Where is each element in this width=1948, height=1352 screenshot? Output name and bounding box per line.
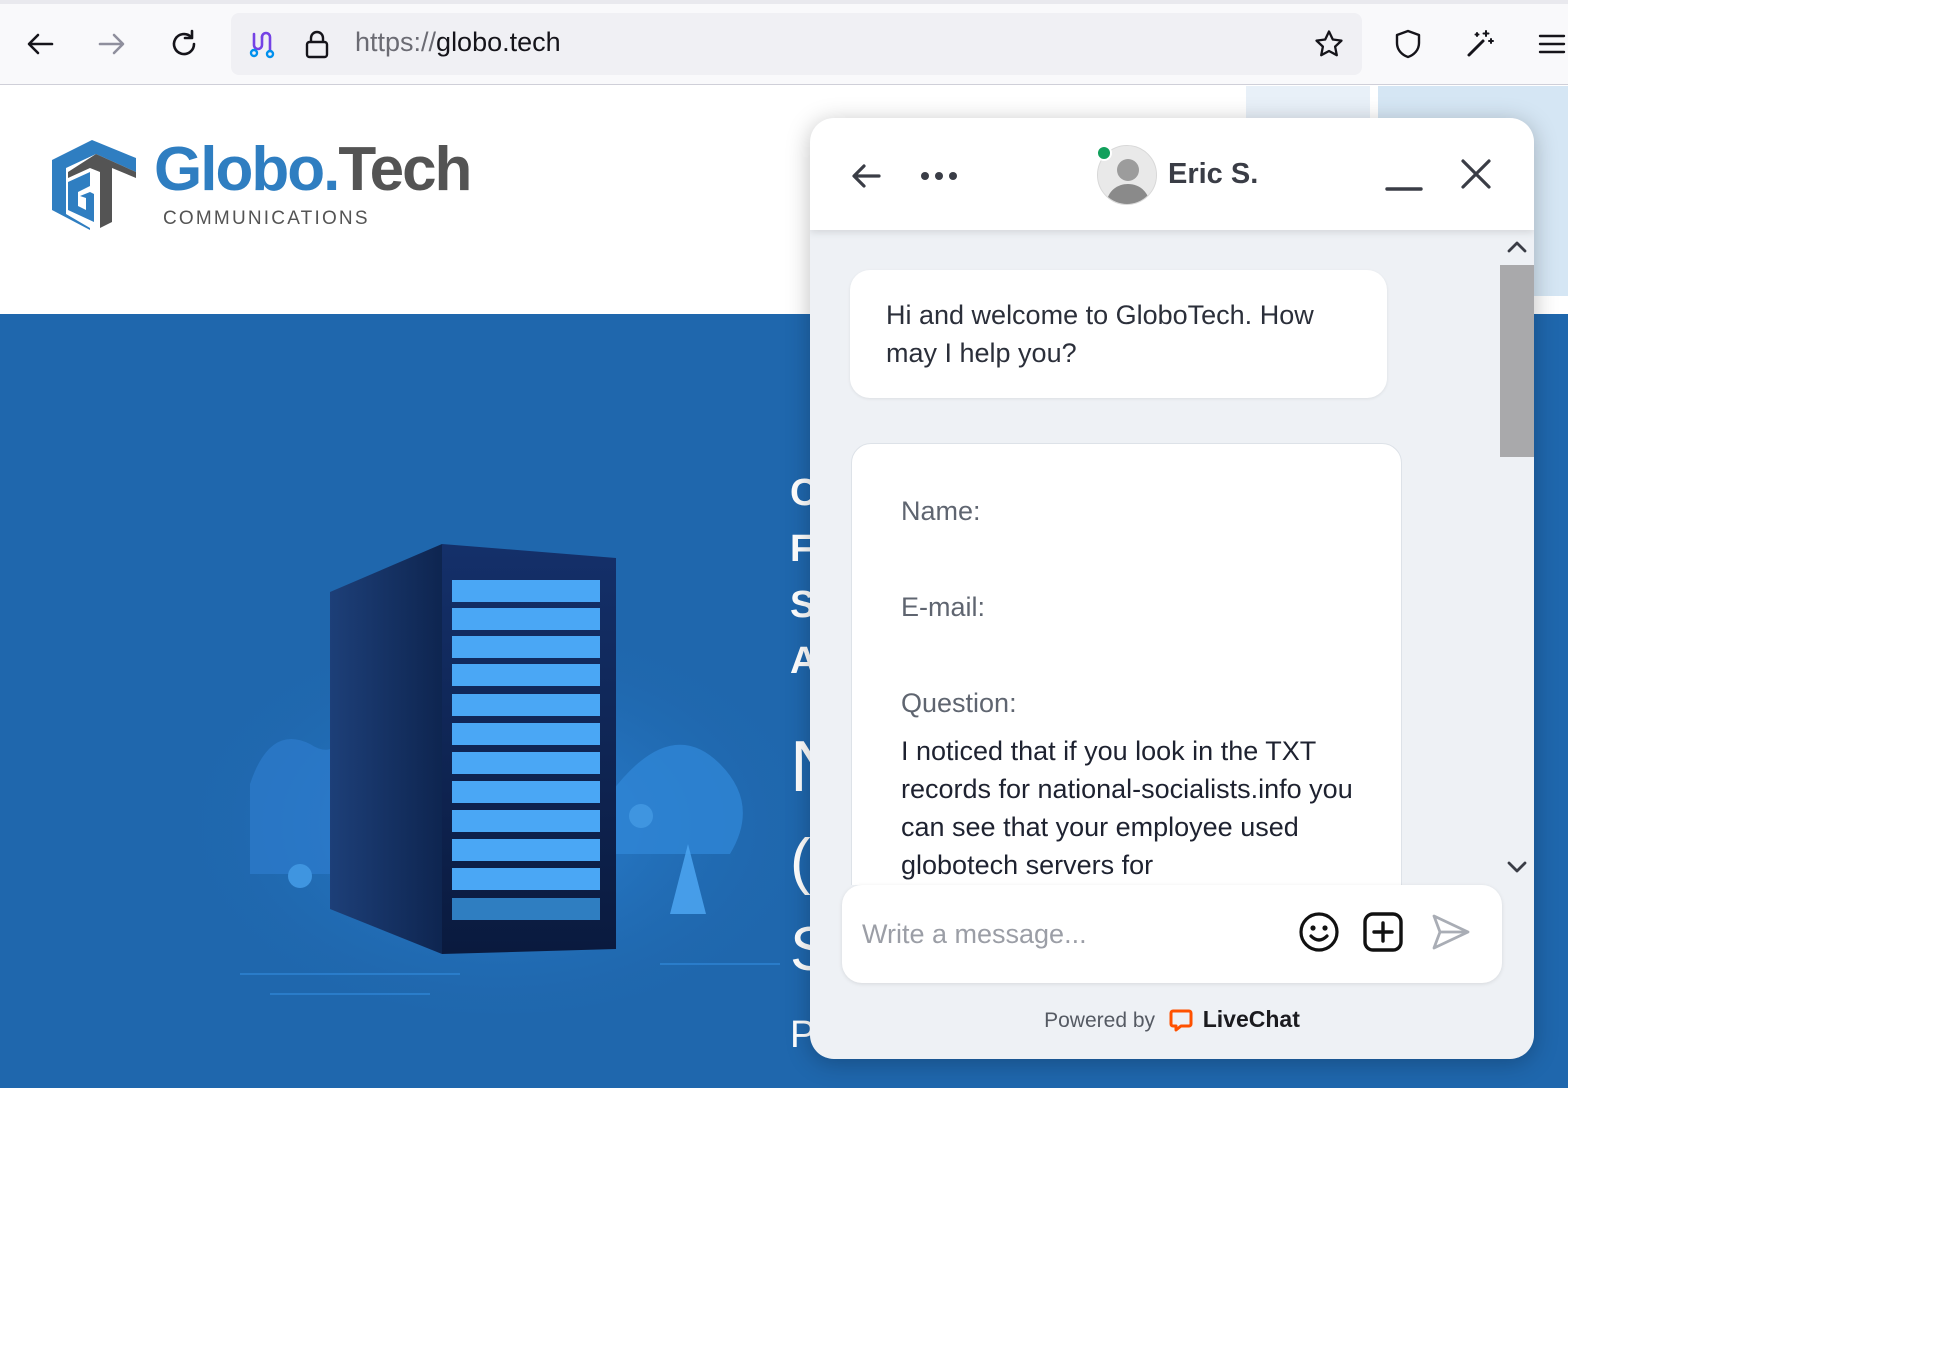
reload-icon — [172, 29, 196, 56]
hero-subheading-fragment: ( — [790, 827, 811, 896]
arrow-left-icon — [852, 164, 881, 188]
logo-subtitle: COMMUNICATIONS — [163, 208, 370, 229]
star-icon — [1315, 30, 1343, 57]
emoji-button[interactable] — [1296, 909, 1342, 955]
url-host: globo.tech — [436, 27, 561, 57]
lock-icon — [305, 30, 329, 59]
site-security-button[interactable] — [295, 22, 339, 66]
smiley-icon — [1299, 912, 1339, 952]
app-menu-button[interactable] — [1530, 22, 1574, 66]
plus-square-icon — [1363, 912, 1403, 952]
site-permissions-button[interactable] — [239, 22, 283, 66]
globotech-logo[interactable]: Globo.Tech COMMUNICATIONS — [50, 135, 510, 238]
chevron-down-icon — [1507, 861, 1527, 873]
online-status-indicator — [1096, 145, 1112, 161]
address-bar[interactable]: https://globo.tech — [231, 13, 1362, 75]
email-label: E-mail: — [901, 592, 986, 622]
scroll-up-button[interactable] — [1504, 236, 1530, 258]
url-scheme: https:// — [355, 27, 437, 57]
extensions-button[interactable] — [1458, 22, 1502, 66]
scroll-down-button[interactable] — [1504, 856, 1530, 878]
agent-name: Eric S. — [1168, 158, 1259, 190]
magic-wand-icon — [1467, 30, 1494, 57]
server-rack-illustration — [170, 544, 830, 1014]
attach-button[interactable] — [1360, 909, 1406, 955]
more-dots-icon — [921, 172, 957, 180]
message-input[interactable] — [862, 909, 1282, 959]
logo-wordmark: Globo.Tech — [154, 134, 472, 205]
chat-options-button[interactable] — [914, 154, 964, 198]
logo-word-tech: Tech — [338, 135, 472, 204]
minimize-icon — [1385, 187, 1423, 191]
arrow-right-icon — [98, 33, 125, 55]
name-label: Name: — [901, 496, 981, 526]
bookmark-button[interactable] — [1307, 22, 1351, 66]
powered-by-text: Powered by — [1044, 1009, 1156, 1032]
send-paper-plane-icon — [1432, 914, 1470, 950]
hamburger-icon — [1538, 34, 1566, 54]
chat-scrollbar-thumb[interactable] — [1500, 265, 1534, 457]
question-label: Question: — [901, 688, 1017, 718]
browser-toolbar: https://globo.tech — [0, 0, 1568, 85]
message-composer — [842, 885, 1502, 983]
url-text[interactable]: https://globo.tech — [355, 27, 561, 58]
question-answer-text: I noticed that if you look in the TXT re… — [901, 736, 1353, 880]
agent-message-bubble: Hi and welcome to GloboTech. How may I h… — [850, 270, 1387, 398]
livechat-logo-icon — [1169, 1009, 1193, 1032]
close-chat-button[interactable] — [1454, 152, 1498, 196]
tracking-shield-icon — [249, 31, 275, 59]
livechat-widget: Eric S. Hi and welcome to GloboTech. How… — [810, 118, 1534, 1059]
globotech-cube-logo-icon — [52, 140, 136, 230]
forward-button[interactable] — [90, 22, 134, 66]
back-button[interactable] — [18, 22, 62, 66]
prechat-form-summary: Name: E-mail: Question: I noticed that i… — [851, 443, 1402, 885]
chat-header: Eric S. — [810, 118, 1534, 230]
reload-button[interactable] — [162, 22, 206, 66]
tracking-protection-button[interactable] — [1386, 22, 1430, 66]
logo-word-globo: Globo — [154, 135, 325, 204]
send-button[interactable] — [1428, 909, 1474, 955]
logo-word-dot: . — [323, 135, 340, 204]
powered-by-footer[interactable]: Powered by LiveChat — [810, 1006, 1534, 1033]
close-icon — [1461, 159, 1491, 189]
tab-strip-edge — [0, 0, 1568, 4]
chevron-up-icon — [1507, 241, 1527, 253]
message-list[interactable]: Hi and welcome to GloboTech. How may I h… — [810, 230, 1534, 885]
livechat-brand-name: LiveChat — [1202, 1006, 1300, 1032]
chat-back-button[interactable] — [844, 154, 888, 198]
arrow-left-icon — [27, 33, 54, 55]
agent-message-text: Hi and welcome to GloboTech. How may I h… — [886, 300, 1314, 368]
minimize-chat-button[interactable] — [1382, 160, 1426, 204]
shield-icon — [1395, 29, 1421, 59]
